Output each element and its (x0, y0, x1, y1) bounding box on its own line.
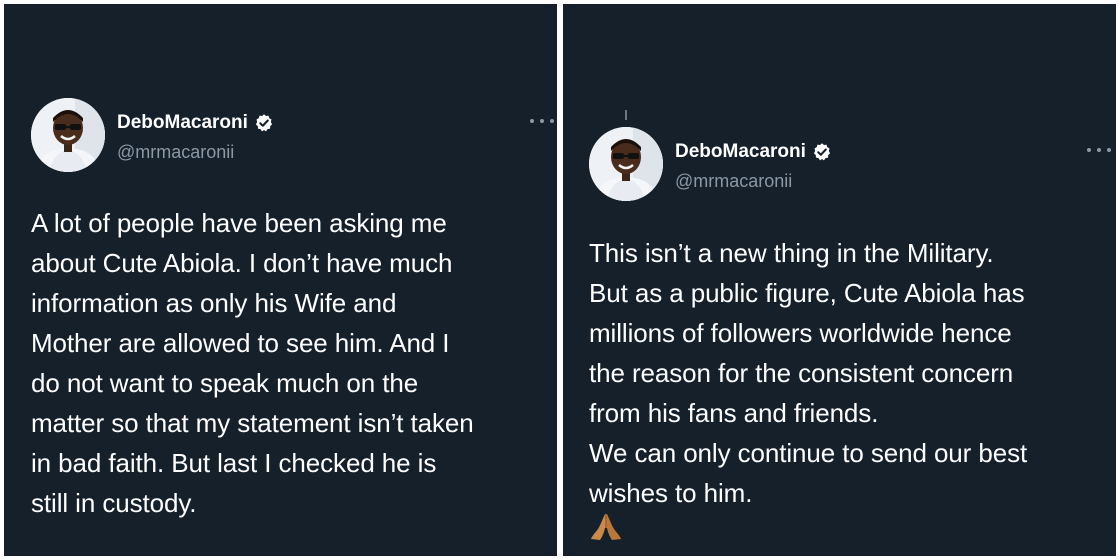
display-name[interactable]: DeboMacaroni (675, 141, 806, 163)
author-name-row: DeboMacaroni (675, 141, 832, 163)
author-name-row: DeboMacaroni (117, 112, 274, 134)
username-handle[interactable]: @mrmacaronii (117, 142, 234, 163)
tweet-body-text: A lot of people have been asking me abou… (31, 208, 474, 518)
avatar[interactable] (589, 127, 663, 201)
display-name[interactable]: DeboMacaroni (117, 112, 248, 134)
folded-hands-emoji (591, 514, 621, 540)
more-options-icon[interactable] (530, 116, 554, 126)
verified-badge-icon (255, 114, 273, 132)
thread-line-fragment (625, 110, 627, 120)
more-options-icon[interactable] (1087, 145, 1111, 155)
tweet-card-left: DeboMacaroni @mrmacaronii A lot of peopl… (4, 4, 557, 556)
screenshot-composite: DeboMacaroni @mrmacaronii A lot of peopl… (0, 0, 1120, 560)
tweet-body-text: This isn’t a new thing in the Military. … (589, 238, 1028, 508)
profile-photo-icon (589, 127, 663, 201)
username-handle[interactable]: @mrmacaronii (675, 171, 792, 192)
tweet-card-right: DeboMacaroni @mrmacaronii This isn’t a n… (563, 4, 1116, 556)
avatar[interactable] (31, 98, 105, 172)
profile-photo-icon (31, 98, 105, 172)
verified-badge-icon (813, 143, 831, 161)
